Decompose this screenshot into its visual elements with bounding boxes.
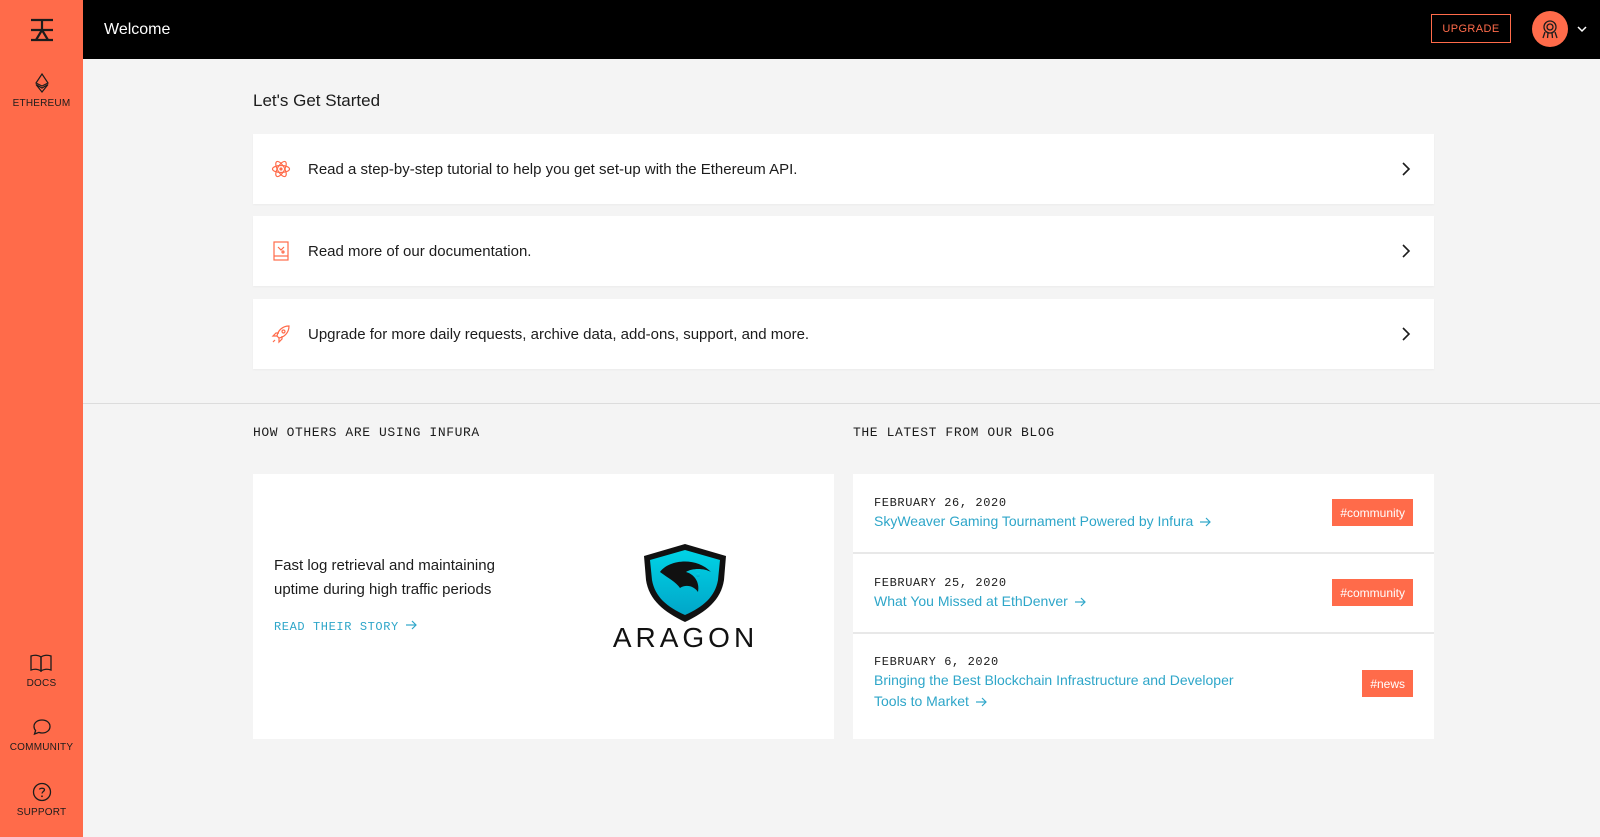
blog-tag[interactable]: #news: [1362, 670, 1413, 697]
top-bar: Welcome UPGRADE: [83, 0, 1600, 59]
page-title: Welcome: [104, 20, 171, 38]
sidebar-item-ethereum[interactable]: ETHEREUM: [13, 72, 71, 109]
ethereum-icon: [31, 72, 53, 94]
book-icon: [30, 652, 53, 674]
read-story-label: READ THEIR STORY: [274, 620, 399, 634]
showcase-card: Fast log retrieval and maintaining uptim…: [253, 474, 834, 739]
arrow-right-icon: [405, 620, 417, 634]
sidebar-item-label: SUPPORT: [16, 807, 67, 818]
section-divider: [83, 403, 1600, 404]
arrow-right-icon: [975, 692, 987, 713]
chat-bubble-icon: [31, 716, 53, 738]
showcase-text: Fast log retrieval and maintaining uptim…: [274, 557, 495, 598]
sidebar-item-label: ETHEREUM: [12, 98, 71, 109]
aragon-logo: ARAGON: [608, 542, 763, 653]
infura-logo-icon[interactable]: [26, 14, 58, 46]
blog-card: FEBRUARY 26, 2020 SkyWeaver Gaming Tourn…: [853, 474, 1434, 739]
main-content: Let's Get Started Read a step-by-step tu…: [83, 59, 1600, 837]
section-title: Let's Get Started: [253, 91, 381, 110]
blog-date: FEBRUARY 6, 2020: [874, 655, 999, 669]
upgrade-card[interactable]: Upgrade for more daily requests, archive…: [253, 299, 1434, 369]
aragon-logo-text: ARAGON: [612, 622, 759, 653]
blog-link-label: SkyWeaver Gaming Tournament Powered by I…: [874, 513, 1194, 529]
sidebar-item-label: DOCS: [26, 678, 57, 689]
blog-post: FEBRUARY 6, 2020 Bringing the Best Block…: [853, 634, 1434, 739]
sidebar-item-label: COMMUNITY: [9, 742, 74, 753]
blog-post: FEBRUARY 26, 2020 SkyWeaver Gaming Tourn…: [853, 474, 1434, 554]
atom-icon: [271, 159, 291, 179]
blog-title: THE LATEST FROM OUR BLOG: [853, 425, 1055, 440]
blog-date: FEBRUARY 25, 2020: [874, 576, 1007, 590]
blog-tag[interactable]: #community: [1332, 499, 1413, 526]
blog-date: FEBRUARY 26, 2020: [874, 496, 1007, 510]
showcase-title: HOW OTHERS ARE USING INFURA: [253, 425, 480, 440]
card-text: Read more of our documentation.: [308, 242, 532, 260]
question-circle-icon: [31, 781, 53, 803]
blog-link[interactable]: What You Missed at EthDenver: [874, 591, 1274, 613]
chevron-down-icon[interactable]: [1575, 22, 1589, 36]
card-text: Read a step-by-step tutorial to help you…: [308, 160, 798, 178]
rocket-icon: [271, 324, 291, 344]
sidebar: ETHEREUM DOCS COMMUNITY SUPPORT: [0, 0, 83, 837]
chevron-right-icon: [1398, 160, 1414, 178]
read-story-link[interactable]: READ THEIR STORY: [274, 620, 417, 634]
blog-post: FEBRUARY 25, 2020 What You Missed at Eth…: [853, 554, 1434, 634]
sidebar-item-community[interactable]: COMMUNITY: [10, 716, 73, 753]
blog-link[interactable]: SkyWeaver Gaming Tournament Powered by I…: [874, 511, 1274, 533]
sidebar-item-docs[interactable]: DOCS: [27, 652, 57, 689]
blog-link-label: Bringing the Best Blockchain Infrastruct…: [874, 672, 1234, 709]
user-avatar-icon[interactable]: [1532, 11, 1568, 47]
arrow-right-icon: [1199, 512, 1212, 533]
arrow-right-icon: [1074, 592, 1086, 613]
blog-tag[interactable]: #community: [1332, 579, 1413, 606]
sidebar-item-support[interactable]: SUPPORT: [17, 781, 67, 818]
chevron-right-icon: [1398, 242, 1414, 260]
chevron-right-icon: [1398, 325, 1414, 343]
blog-link[interactable]: Bringing the Best Blockchain Infrastruct…: [874, 670, 1264, 713]
card-text: Upgrade for more daily requests, archive…: [308, 325, 810, 343]
document-icon: [271, 241, 291, 261]
blog-link-label: What You Missed at EthDenver: [874, 593, 1068, 609]
documentation-card[interactable]: Read more of our documentation.: [253, 216, 1434, 286]
tutorial-card[interactable]: Read a step-by-step tutorial to help you…: [253, 134, 1434, 204]
upgrade-button[interactable]: UPGRADE: [1431, 14, 1511, 43]
